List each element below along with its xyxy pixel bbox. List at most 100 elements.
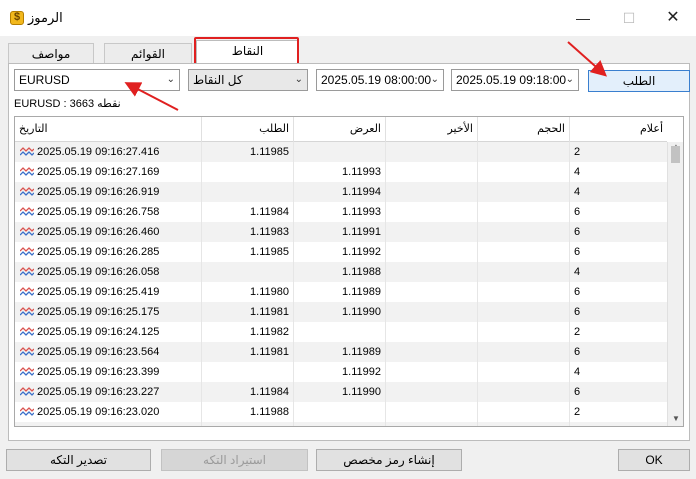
- cell-flags: 6: [574, 226, 581, 238]
- table-row[interactable]: 2025.05.19 09:16:23.564 1.11981 1.11989 6: [15, 342, 667, 362]
- cell-volume: [478, 182, 570, 202]
- date-to-picker[interactable]: 2025.05.19 09:18:00 ⌄: [451, 69, 579, 91]
- table-row[interactable]: 2025.05.19 09:16:25.175 1.11981 1.11990 6: [15, 302, 667, 322]
- cell-date: 2025.05.19 09:16:23.020: [15, 402, 202, 422]
- ok-button[interactable]: OK: [618, 449, 690, 471]
- cell-last: [386, 222, 478, 242]
- maximize-button[interactable]: ☐: [606, 0, 652, 36]
- date-from-picker[interactable]: 2025.05.19 08:00:00 ⌄: [316, 69, 444, 91]
- cell-date: 2025.05.19 09:16:27.169: [15, 162, 202, 182]
- vertical-scrollbar[interactable]: ▲ ▼: [667, 142, 683, 426]
- cell-bid: 1.11988: [202, 402, 294, 422]
- close-button[interactable]: ✕: [650, 0, 696, 36]
- cell-last: [386, 182, 478, 202]
- cell-bid: 1.11985: [202, 242, 294, 262]
- table-row[interactable]: 2025.05.19 09:16:26.285 1.11985 1.11992 6: [15, 242, 667, 262]
- cell-last: [386, 202, 478, 222]
- cell-bid: 1.11983: [202, 222, 294, 242]
- request-button[interactable]: الطلب: [588, 70, 690, 92]
- cell-flags: 4: [574, 366, 581, 378]
- scrollbar-thumb[interactable]: [671, 146, 680, 163]
- tick-filter-select[interactable]: كل النقاط ⌄: [188, 69, 308, 91]
- cell-ask: 1.11991: [294, 222, 386, 242]
- cell-bid: 1.11985: [202, 142, 294, 162]
- table-row[interactable]: 2025.05.19 09:16:26.058 1.11988 4: [15, 262, 667, 282]
- table-row[interactable]: 2025.05.19 09:16:24.125 1.11982 2: [15, 322, 667, 342]
- cell-last: [386, 362, 478, 382]
- table-row[interactable]: 2025.05.19 09:16:23.227 1.11984 1.11990 6: [15, 382, 667, 402]
- cell-volume: [478, 222, 570, 242]
- scroll-down-icon[interactable]: ▼: [672, 414, 680, 423]
- cell-last: [386, 282, 478, 302]
- table-row[interactable]: 2025.05.19 09:16:26.919 1.11994 4: [15, 182, 667, 202]
- cell-flags: 6: [574, 346, 581, 358]
- symbol-select[interactable]: EURUSD ⌄: [14, 69, 180, 91]
- chevron-down-icon: ⌄: [166, 74, 175, 85]
- cell-ask: 1.11992: [294, 242, 386, 262]
- cell-bid: [202, 422, 294, 426]
- tab-specification[interactable]: مواصف: [8, 43, 94, 64]
- cell-date: 2025.05.19 09:16:23.564: [15, 342, 202, 362]
- export-ticks-button[interactable]: تصدير التكه: [6, 449, 151, 471]
- cell-ask: 1.11993: [294, 202, 386, 222]
- cell-date: 2025.05.19 09:16:22.847: [15, 422, 202, 426]
- cell-last: [386, 162, 478, 182]
- cell-date: 2025.05.19 09:16:25.419: [15, 282, 202, 302]
- minimize-button[interactable]: —: [560, 0, 606, 36]
- cell-ask: 1.11988: [294, 262, 386, 282]
- cell-volume: [478, 402, 570, 422]
- cell-last: [386, 322, 478, 342]
- table-row[interactable]: 2025.05.19 09:16:27.416 1.11985 2: [15, 142, 667, 162]
- cell-flags: 4: [574, 266, 581, 278]
- table-row[interactable]: 2025.05.19 09:16:25.419 1.11980 1.11989 6: [15, 282, 667, 302]
- table-row[interactable]: 2025.05.19 09:16:27.169 1.11993 4: [15, 162, 667, 182]
- cell-bid: 1.11980: [202, 282, 294, 302]
- cell-ask: 1.11989: [294, 282, 386, 302]
- cell-flags: 4: [570, 422, 667, 426]
- cell-flags: 2: [574, 406, 581, 418]
- col-header-bid[interactable]: الطلب: [202, 117, 294, 142]
- col-header-last[interactable]: الأخير: [386, 117, 478, 142]
- cell-bid: 1.11982: [202, 322, 294, 342]
- cell-date: 2025.05.19 09:16:26.919: [15, 182, 202, 202]
- cell-ask: 1.11989: [294, 342, 386, 362]
- cell-last: [386, 302, 478, 322]
- cell-volume: [478, 142, 570, 162]
- cell-bid: [202, 362, 294, 382]
- tab-lists[interactable]: القوائم: [104, 43, 192, 64]
- table-row[interactable]: 2025.05.19 09:16:26.758 1.11984 1.11993 6: [15, 202, 667, 222]
- col-header-flags[interactable]: أعلام: [570, 117, 667, 142]
- cell-date: 2025.05.19 09:16:23.227: [15, 382, 202, 402]
- table-header: التاريخ الطلب العرض الأخير الحجم أعلام: [15, 117, 667, 142]
- cell-flags: 2: [574, 326, 581, 338]
- cell-bid: 1.11984: [202, 382, 294, 402]
- cell-last: [386, 262, 478, 282]
- table-row[interactable]: 2025.05.19 09:16:23.399 1.11992 4: [15, 362, 667, 382]
- table-row[interactable]: 2025.05.19 09:16:22.847 1.11987 4: [15, 422, 667, 426]
- chevron-down-icon: ⌄: [565, 74, 574, 85]
- cell-volume: [478, 302, 570, 322]
- cell-flags: 2: [574, 146, 581, 158]
- table-row[interactable]: 2025.05.19 09:16:26.460 1.11983 1.11991 6: [15, 222, 667, 242]
- cell-flags: 6: [574, 306, 581, 318]
- cell-ask: [294, 142, 386, 162]
- cell-date: 2025.05.19 09:16:26.460: [15, 222, 202, 242]
- cell-volume: [478, 202, 570, 222]
- col-header-ask[interactable]: العرض: [294, 117, 386, 142]
- cell-bid: 1.11981: [202, 342, 294, 362]
- cell-volume: [478, 242, 570, 262]
- cell-volume: [478, 362, 570, 382]
- col-header-volume[interactable]: الحجم: [478, 117, 570, 142]
- cell-ask: 1.11987: [294, 422, 386, 426]
- cell-bid: [202, 262, 294, 282]
- col-header-date[interactable]: التاريخ: [15, 117, 202, 142]
- cell-volume: [478, 322, 570, 342]
- cell-volume: [478, 342, 570, 362]
- cell-ask: 1.11994: [294, 182, 386, 202]
- table-row[interactable]: 2025.05.19 09:16:23.020 1.11988 2: [15, 402, 667, 422]
- cell-ask: 1.11990: [294, 302, 386, 322]
- import-ticks-button[interactable]: استيراد التكه: [161, 449, 308, 471]
- cell-date: 2025.05.19 09:16:26.758: [15, 202, 202, 222]
- create-custom-symbol-button[interactable]: إنشاء رمز مخصص: [316, 449, 462, 471]
- cell-ask: 1.11992: [294, 362, 386, 382]
